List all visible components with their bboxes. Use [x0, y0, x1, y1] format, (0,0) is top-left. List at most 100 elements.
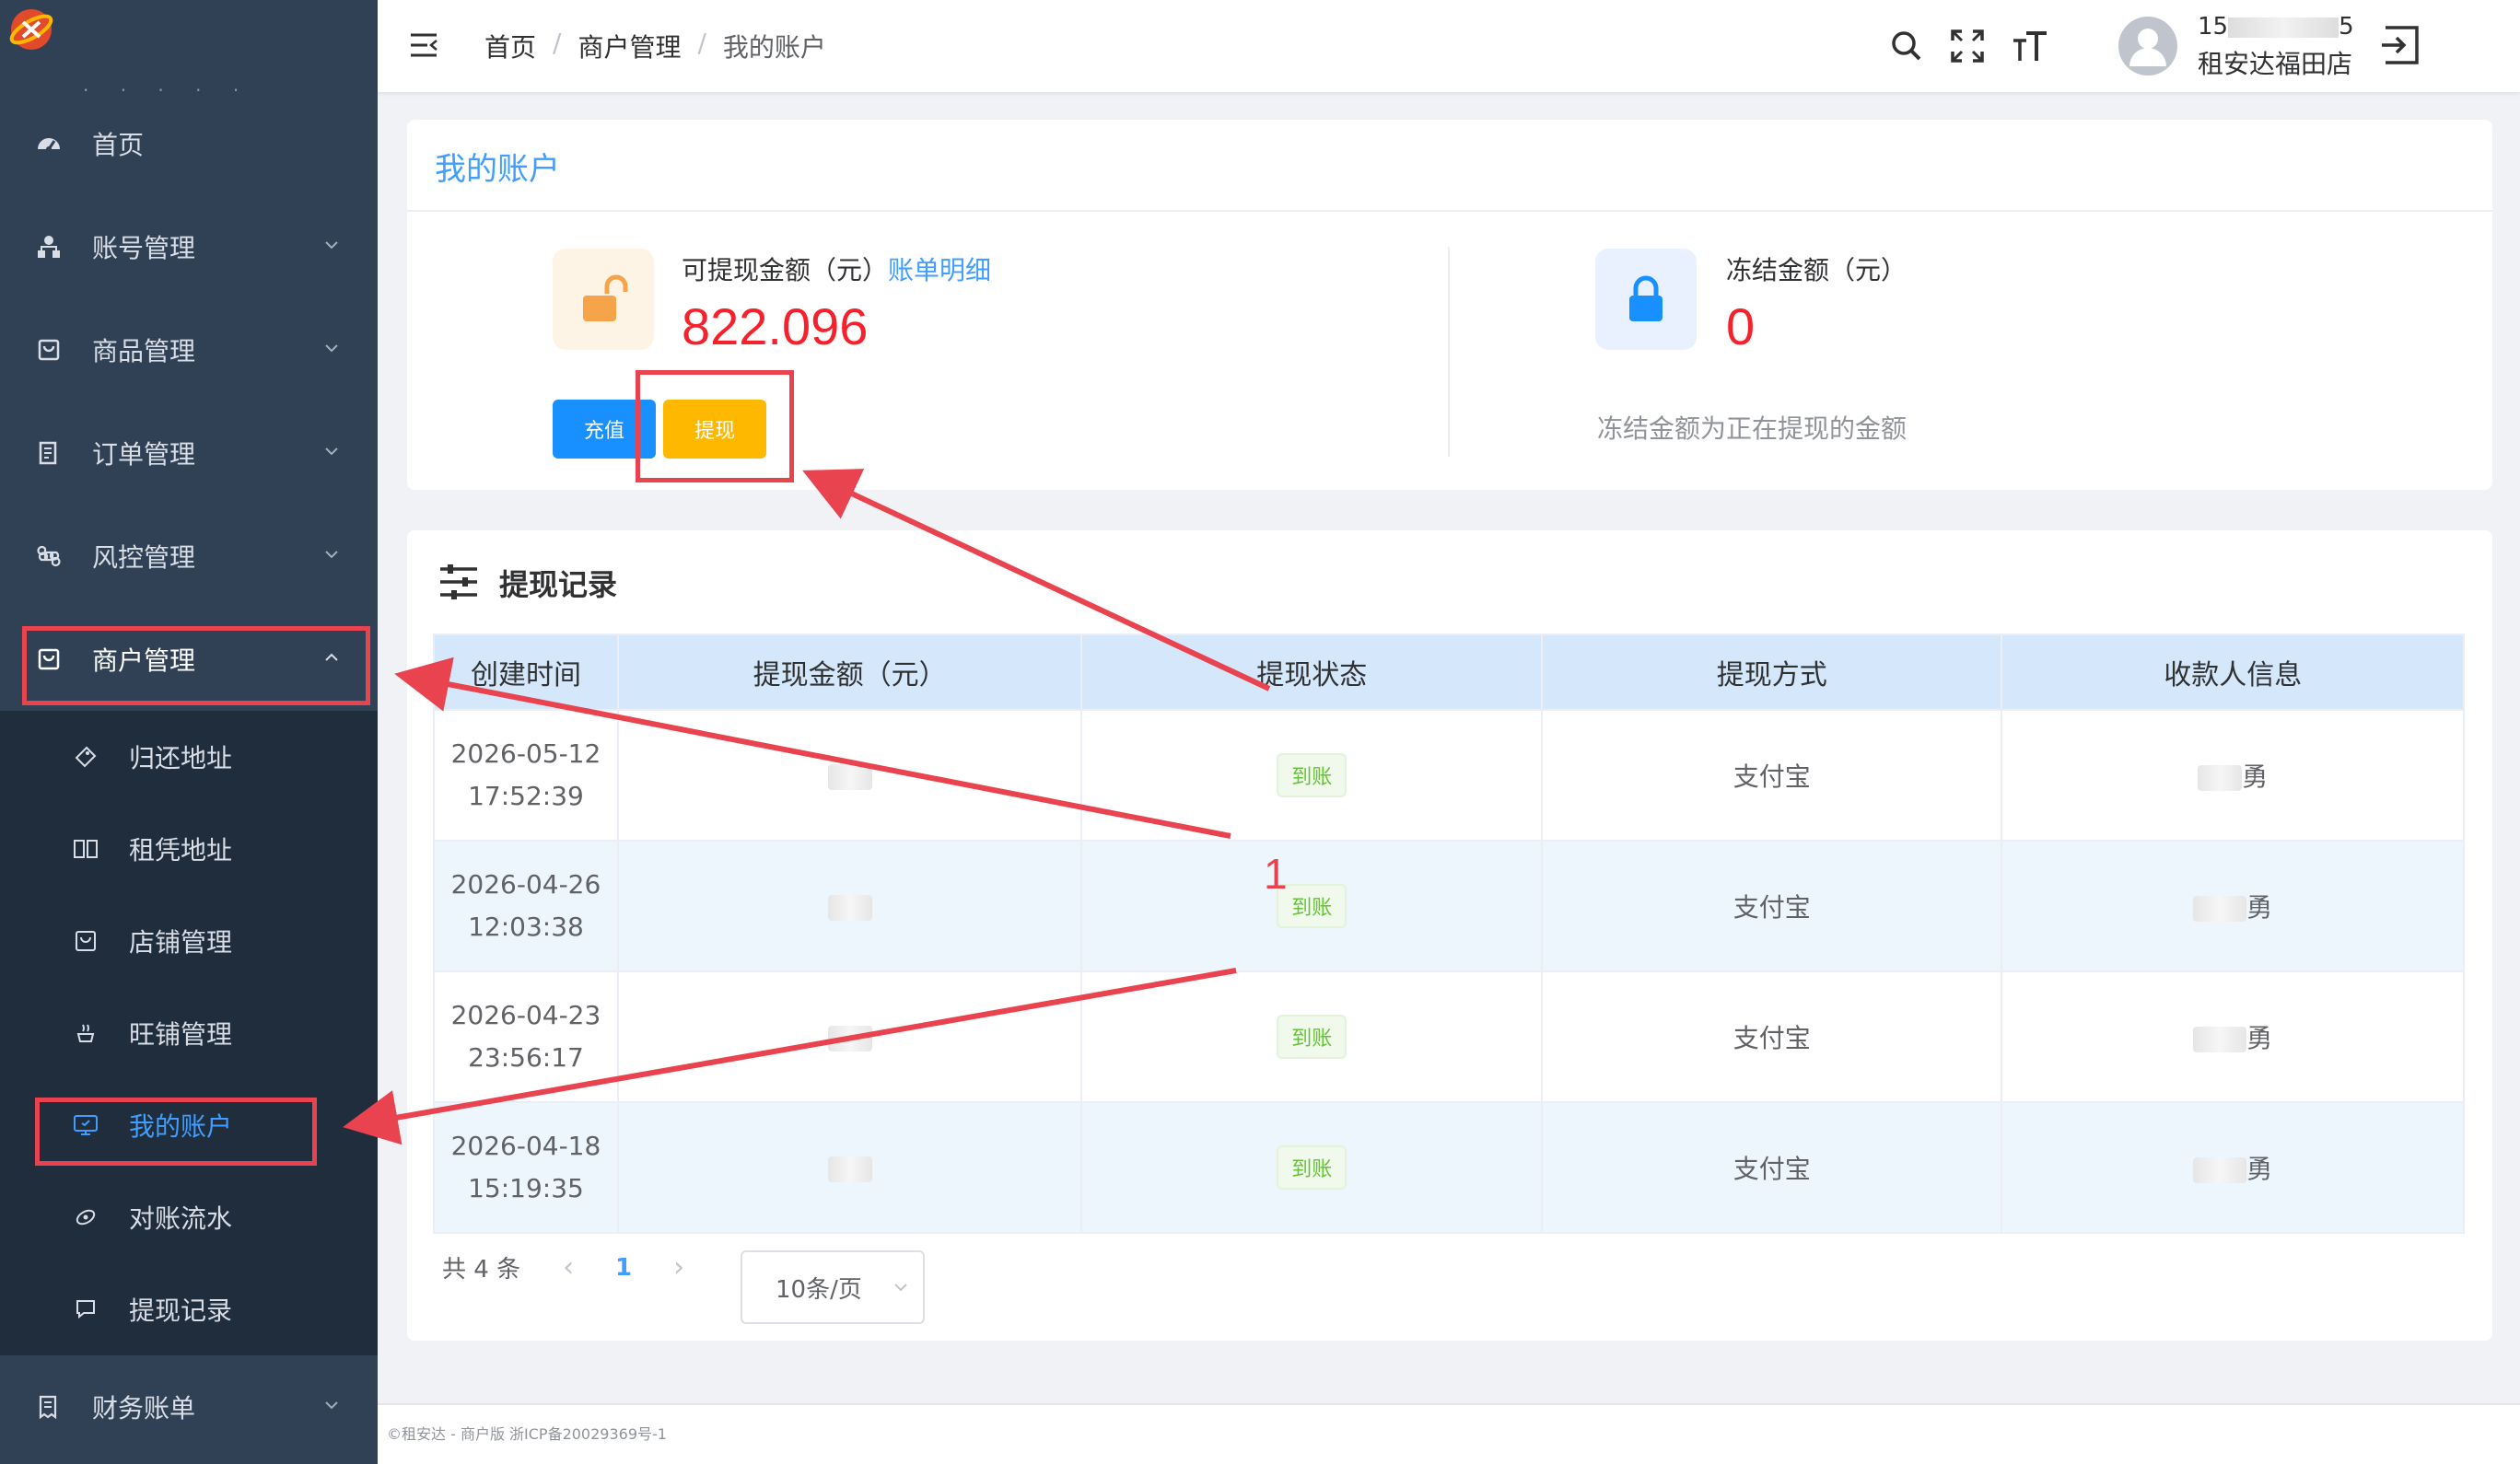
cup-icon	[72, 1019, 99, 1047]
fullscreen-icon[interactable]	[1949, 28, 1986, 64]
created-time: 2026-04-18 15:19:35	[433, 1101, 619, 1234]
created-time: 2026-04-23 23:56:17	[433, 970, 619, 1103]
highlight-box-withdraw	[636, 370, 794, 482]
annotation-step-number: 1	[1264, 850, 1288, 898]
breadcrumb-separator: /	[553, 28, 562, 58]
menu-item-order[interactable]: 订单管理	[0, 401, 378, 505]
menu-item-account[interactable]: 账号管理	[0, 195, 378, 298]
withdraw-records-card: 提现记录 创建时间 提现金额（元） 提现状态 提现方式 收款人信息 2026-0…	[407, 530, 2492, 1341]
sidebar-item-withdraw-records[interactable]: 提现记录	[0, 1263, 378, 1355]
withdraw-records-table: 创建时间 提现金额（元） 提现状态 提现方式 收款人信息 2026-05-12 1…	[433, 633, 2465, 1234]
menu-item-risk[interactable]: 风控管理	[0, 505, 378, 608]
status-cell: 到账	[1080, 709, 1543, 842]
command-icon	[35, 542, 63, 570]
breadcrumb-home[interactable]: 首页	[484, 28, 536, 64]
redacted-name	[2193, 1157, 2247, 1183]
chevron-down-icon	[325, 1401, 338, 1410]
vertical-divider	[1448, 247, 1450, 457]
sidebar-item-wangpu-management[interactable]: 旺铺管理	[0, 987, 378, 1079]
footer: ©租安达 - 商户版 浙ICP备20029369号-1	[378, 1403, 2520, 1464]
lock-icon	[1595, 249, 1697, 350]
column-header: 提现状态	[1080, 633, 1543, 711]
chevron-down-icon	[325, 241, 338, 250]
status-badge: 到账	[1277, 1145, 1348, 1190]
frozen-note: 冻结金额为正在提现的金额	[1597, 413, 1908, 444]
redacted-amount	[827, 1025, 872, 1052]
frozen-label: 冻结金额（元）	[1726, 255, 1908, 285]
sidebar-item-rental-address[interactable]: 租凭地址	[0, 803, 378, 895]
table-row: 2026-04-23 23:56:17 到账 支付宝 勇	[433, 970, 2465, 1103]
order-list-icon	[35, 439, 63, 467]
menu-item-product[interactable]: 商品管理	[0, 298, 378, 401]
page-size-select[interactable]: 10条/页	[741, 1250, 925, 1324]
amount-cell	[616, 1101, 1083, 1234]
filter-sliders-icon	[440, 564, 477, 599]
sub-item-label: 归还地址	[129, 743, 233, 773]
menu-item-label: 账号管理	[92, 233, 196, 263]
search-icon[interactable]	[1888, 28, 1925, 64]
dashboard-icon	[35, 130, 63, 157]
withdrawable-label: 可提现金额（元）账单明细	[682, 255, 992, 285]
sub-item-label: 店铺管理	[129, 927, 233, 958]
logout-icon[interactable]	[2380, 24, 2422, 66]
user-icon	[2129, 29, 2166, 66]
sub-item-label: 对账流水	[129, 1203, 233, 1234]
records-title: 提现记录	[499, 567, 618, 602]
sidebar-item-return-address[interactable]: 归还地址	[0, 711, 378, 803]
breadcrumb-separator: /	[697, 28, 706, 58]
chevron-down-icon	[325, 447, 338, 456]
status-cell: 到账	[1080, 970, 1543, 1103]
sidebar: · · · · · 首页 账号管理 商品管理 订单管理 风控管理 商户管理 归还…	[0, 0, 378, 1464]
page-number[interactable]: 1	[596, 1254, 651, 1282]
method-cell: 支付宝	[1540, 840, 2003, 972]
redacted-amount	[827, 763, 872, 790]
prev-page-icon[interactable]: ‹	[541, 1251, 596, 1284]
table-row: 2026-04-18 15:19:35 到账 支付宝 勇	[433, 1101, 2465, 1234]
menu-item-home[interactable]: 首页	[0, 92, 378, 195]
highlight-box-merchant-menu	[22, 626, 370, 705]
tag-icon	[72, 743, 99, 771]
bill-detail-link[interactable]: 账单明细	[888, 255, 991, 285]
sidebar-item-shop-management[interactable]: 店铺管理	[0, 895, 378, 987]
redacted-name	[2193, 1027, 2247, 1052]
status-cell: 到账	[1080, 1101, 1543, 1234]
redacted-amount	[827, 894, 872, 921]
payee-cell: 勇	[2001, 709, 2465, 842]
column-header: 提现方式	[1540, 633, 2003, 711]
page-size-value: 10条/页	[776, 1275, 862, 1304]
redacted-name	[2198, 765, 2243, 791]
sub-item-label: 租凭地址	[129, 835, 233, 866]
redacted-name	[2193, 896, 2247, 922]
column-header: 提现金额（元）	[616, 633, 1083, 711]
divider	[407, 210, 2492, 212]
table-row: 2026-05-12 17:52:39 到账 支付宝 勇	[433, 709, 2465, 842]
next-page-icon[interactable]: ›	[651, 1251, 706, 1284]
pagination: 共 4 条 ‹ 1 ›	[442, 1250, 706, 1284]
chevron-down-icon	[325, 344, 338, 353]
withdrawable-amount: 822.096	[682, 297, 869, 355]
status-cell: 到账	[1080, 840, 1543, 972]
column-header: 创建时间	[433, 633, 619, 711]
payee-cell: 勇	[2001, 1101, 2465, 1234]
menu-item-finance[interactable]: 财务账单	[0, 1355, 378, 1458]
account-tree-icon	[35, 233, 63, 261]
hamburger-icon[interactable]	[409, 31, 438, 59]
payee-cell: 勇	[2001, 970, 2465, 1103]
table-header-row: 创建时间 提现金额（元） 提现状态 提现方式 收款人信息	[433, 633, 2465, 711]
payee-cell: 勇	[2001, 840, 2465, 972]
sub-item-label: 提现记录	[129, 1296, 233, 1326]
breadcrumb-current: 我的账户	[722, 32, 826, 63]
font-size-icon[interactable]	[2012, 28, 2048, 64]
table-row: 2026-04-26 12:03:38 到账 支付宝 勇	[433, 840, 2465, 972]
redacted-phone	[2228, 17, 2339, 38]
status-badge: 到账	[1277, 884, 1348, 928]
method-cell: 支付宝	[1540, 1101, 2003, 1234]
avatar[interactable]	[2118, 17, 2177, 76]
footer-copyright: ©租安达 - 商户版 浙ICP备20029369号-1	[387, 1425, 667, 1443]
user-shop-name: 租安达福田店	[2198, 49, 2353, 79]
sidebar-item-reconciliation[interactable]: 对账流水	[0, 1171, 378, 1263]
shop-icon	[72, 927, 99, 955]
sub-item-label: 旺铺管理	[129, 1019, 233, 1050]
amount-cell	[616, 709, 1083, 842]
breadcrumb-merchant[interactable]: 商户管理	[578, 28, 681, 64]
